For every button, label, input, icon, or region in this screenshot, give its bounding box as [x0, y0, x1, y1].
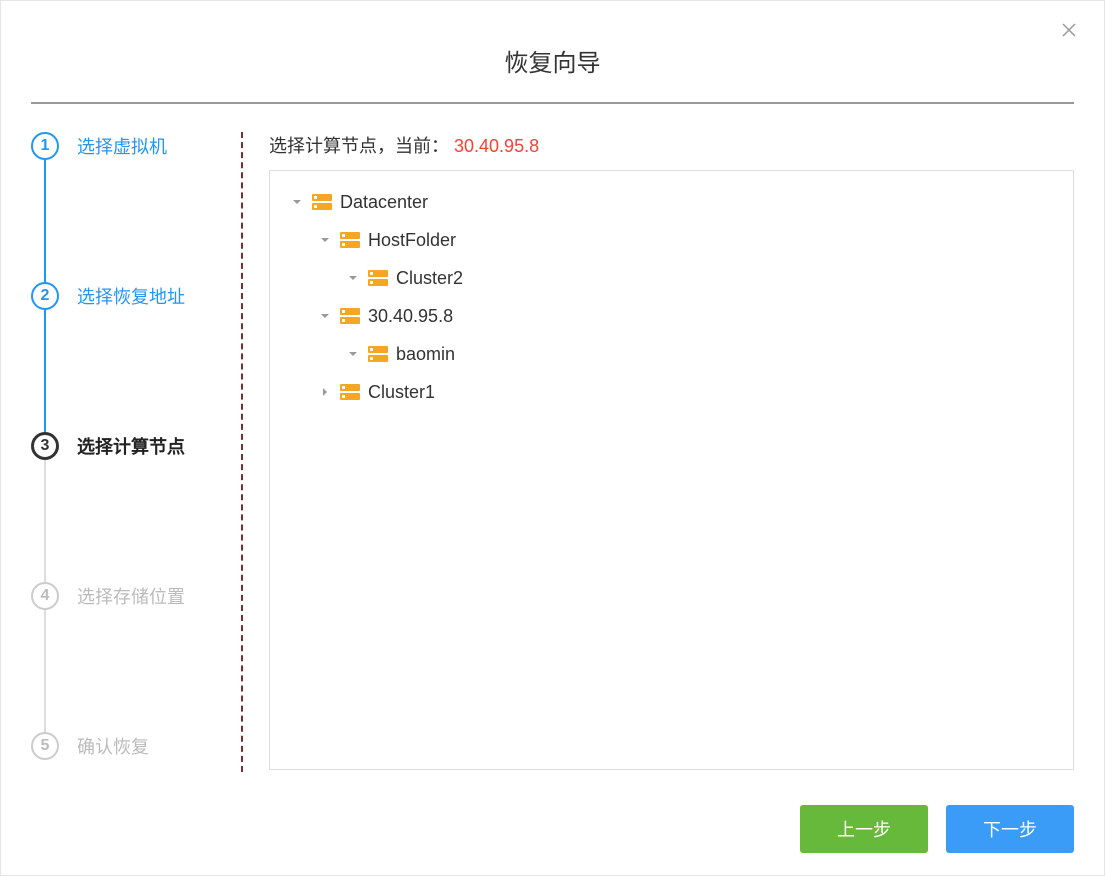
- tree-node[interactable]: 30.40.95.8: [278, 297, 1065, 335]
- node-icon: [368, 269, 390, 287]
- tree-node-label: baomin: [396, 344, 455, 365]
- tree-node-label: Cluster2: [396, 268, 463, 289]
- step-item-1[interactable]: 1 选择虚拟机: [31, 132, 231, 160]
- prev-button[interactable]: 上一步: [800, 805, 928, 853]
- chevron-down-icon[interactable]: [316, 307, 334, 325]
- footer: 上一步 下一步: [800, 805, 1074, 853]
- close-button[interactable]: [1060, 21, 1080, 41]
- steps-sidebar: 1 选择虚拟机 2 选择恢复地址 3 选择计算节点 4 选择存储位置 5 确认恢…: [31, 132, 231, 772]
- step-item-2[interactable]: 2 选择恢复地址: [31, 282, 231, 310]
- step-connector: [44, 446, 46, 596]
- tree-panel: Datacenter HostFolder Cluster2 30.40.95.8 ba…: [269, 170, 1074, 770]
- tree-node[interactable]: baomin: [278, 335, 1065, 373]
- node-icon: [340, 383, 362, 401]
- chevron-right-icon[interactable]: [316, 383, 334, 401]
- step-item-5[interactable]: 5 确认恢复: [31, 732, 231, 760]
- main-panel: 选择计算节点，当前： 30.40.95.8 Datacenter HostFold…: [269, 132, 1074, 772]
- tree-node-label: 30.40.95.8: [368, 306, 453, 327]
- node-icon: [340, 307, 362, 325]
- node-icon: [368, 345, 390, 363]
- tree-node[interactable]: Cluster2: [278, 259, 1065, 297]
- dialog-title: 恢复向导: [1, 1, 1104, 102]
- tree-node-label: Cluster1: [368, 382, 435, 403]
- step-label: 选择恢复地址: [77, 283, 185, 309]
- tree-node[interactable]: Cluster1: [278, 373, 1065, 411]
- step-connector: [44, 146, 46, 296]
- chevron-down-icon[interactable]: [344, 269, 362, 287]
- step-number: 2: [31, 282, 59, 310]
- tree-node[interactable]: Datacenter: [278, 183, 1065, 221]
- step-number: 5: [31, 732, 59, 760]
- step-number: 3: [31, 432, 59, 460]
- node-icon: [340, 231, 362, 249]
- chevron-down-icon[interactable]: [344, 345, 362, 363]
- next-button[interactable]: 下一步: [946, 805, 1074, 853]
- step-label: 确认恢复: [77, 733, 149, 759]
- step-connector: [44, 296, 46, 446]
- node-icon: [312, 193, 334, 211]
- tree-node-label: Datacenter: [340, 192, 428, 213]
- step-item-4[interactable]: 4 选择存储位置: [31, 582, 231, 610]
- vertical-divider: [241, 132, 243, 772]
- chevron-down-icon[interactable]: [316, 231, 334, 249]
- step-label: 选择计算节点: [77, 433, 185, 459]
- step-label: 选择虚拟机: [77, 133, 167, 159]
- step-item-3[interactable]: 3 选择计算节点: [31, 432, 231, 460]
- tree-node-label: HostFolder: [368, 230, 456, 251]
- step-number: 4: [31, 582, 59, 610]
- chevron-down-icon[interactable]: [288, 193, 306, 211]
- step-connector: [44, 596, 46, 746]
- tree-node[interactable]: HostFolder: [278, 221, 1065, 259]
- prompt-current-value: 30.40.95.8: [454, 136, 539, 156]
- step-number: 1: [31, 132, 59, 160]
- close-icon: [1060, 21, 1078, 39]
- step-label: 选择存储位置: [77, 583, 185, 609]
- prompt-line: 选择计算节点，当前： 30.40.95.8: [269, 132, 1074, 158]
- prompt-prefix: 选择计算节点，当前：: [269, 136, 449, 156]
